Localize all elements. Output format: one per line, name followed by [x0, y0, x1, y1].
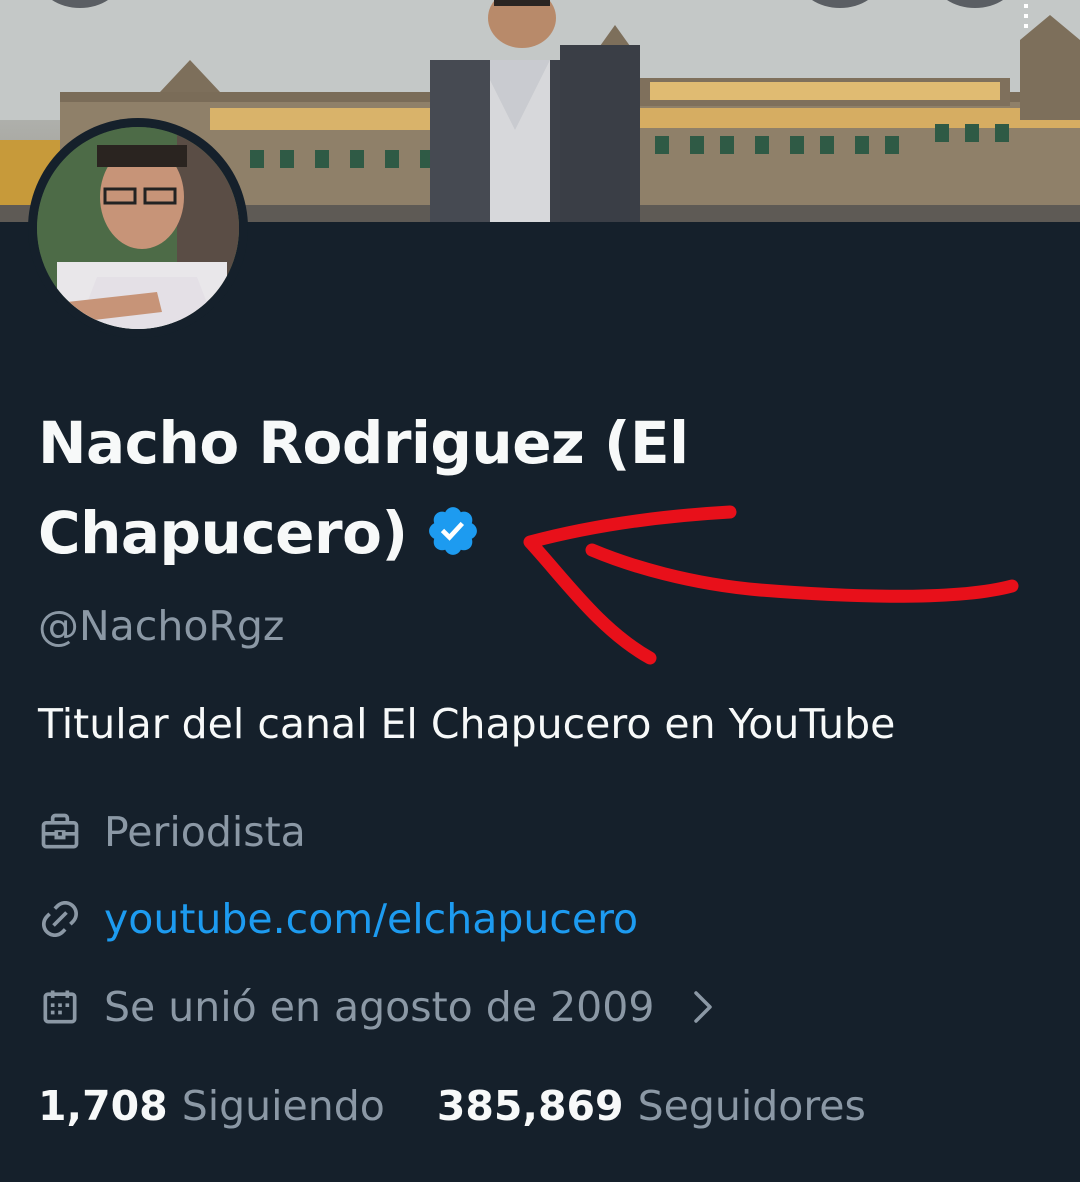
verified-badge-icon[interactable]	[425, 503, 481, 559]
briefcase-icon	[41, 813, 79, 849]
avatar-photo	[37, 127, 239, 329]
profession-row: Periodista	[38, 808, 306, 856]
link-icon	[41, 900, 79, 938]
joined-text: Se unió en agosto de 2009	[104, 983, 655, 1031]
following-stat[interactable]: 1,708 Siguiendo	[38, 1082, 385, 1130]
joined-row[interactable]: Se unió en agosto de 2009	[38, 983, 718, 1031]
followers-count: 385,869	[436, 1082, 624, 1130]
profile-bio: Titular del canal El Chapucero en YouTub…	[38, 700, 896, 748]
followers-label: Seguidores	[637, 1082, 866, 1130]
display-name: Nacho Rodriguez (El Chapucero)	[38, 398, 798, 578]
profile-avatar[interactable]	[28, 118, 248, 338]
profession-text: Periodista	[104, 808, 306, 856]
profile-handle: @NachoRgz	[38, 602, 285, 650]
chevron-right-icon[interactable]	[688, 987, 718, 1027]
following-label: Siguiendo	[181, 1082, 385, 1130]
website-link[interactable]: youtube.com/elchapucero	[104, 895, 638, 943]
calendar-icon	[43, 990, 77, 1024]
follow-stats: 1,708 Siguiendo 385,869 Seguidores	[38, 1082, 866, 1130]
website-row: youtube.com/elchapucero	[38, 895, 638, 943]
followers-stat[interactable]: 385,869 Seguidores	[437, 1082, 866, 1130]
following-count: 1,708	[38, 1082, 168, 1130]
display-name-text: Nacho Rodriguez (El Chapucero)	[38, 409, 689, 567]
